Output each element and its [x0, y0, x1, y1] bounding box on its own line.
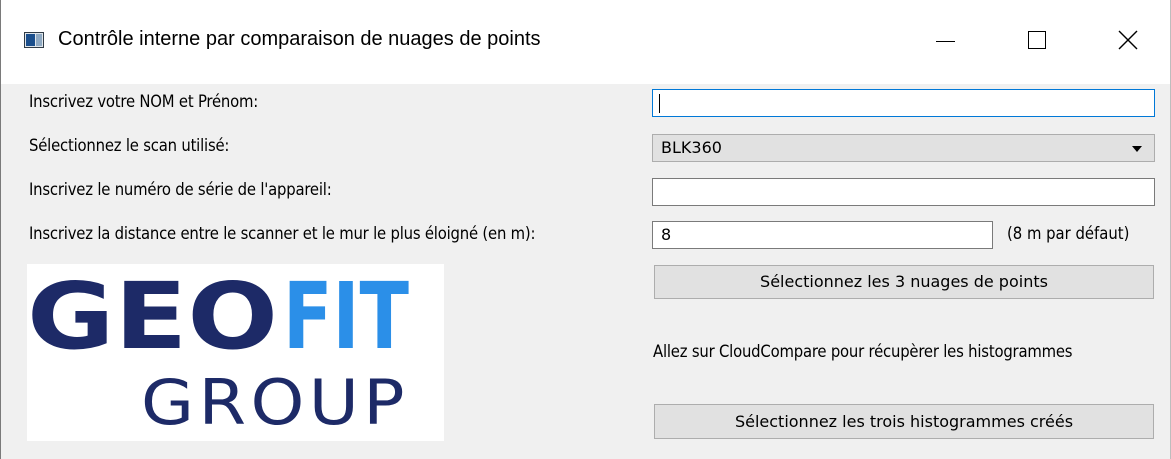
name-input[interactable] [652, 89, 1155, 117]
logo-graphic: GEO FIT GROUP [27, 263, 409, 439]
app-window: Contrôle interne par comparaison de nuag… [0, 0, 1171, 459]
distance-default-hint: (8 m par défaut) [1007, 224, 1130, 243]
logo-word-geo: GEO [27, 264, 278, 370]
serial-label: Inscrivez le numéro de série de l'appare… [29, 180, 332, 199]
window-title: Contrôle interne par comparaison de nuag… [58, 28, 541, 50]
close-icon [1118, 30, 1138, 50]
distance-label: Inscrivez la distance entre le scanner e… [29, 224, 536, 243]
minimize-button[interactable] [899, 0, 991, 84]
serial-input[interactable] [652, 178, 1155, 206]
logo-word-fit: FIT [283, 264, 409, 370]
dropdown-arrow-icon [1132, 146, 1142, 152]
scan-select[interactable]: BLK360 [652, 134, 1155, 162]
maximize-button[interactable] [991, 0, 1083, 84]
main-panel: Inscrivez votre NOM et Prénom: Sélection… [1, 84, 1170, 459]
logo-word-group: GROUP [141, 366, 409, 439]
distance-input-value: 8 [661, 225, 672, 244]
close-button[interactable] [1083, 0, 1171, 84]
geofit-group-logo: GEO FIT GROUP [27, 263, 444, 441]
text-caret [659, 94, 660, 113]
name-label: Inscrivez votre NOM et Prénom: [29, 92, 259, 111]
maximize-icon [1028, 31, 1046, 49]
minimize-icon [936, 41, 955, 42]
select-point-clouds-button[interactable]: Sélectionnez les 3 nuages de points [654, 265, 1154, 299]
cloudcompare-info-text: Allez sur CloudCompare pour récupèrer le… [653, 342, 1073, 361]
title-bar[interactable]: Contrôle interne par comparaison de nuag… [1, 0, 1170, 84]
select-histograms-button[interactable]: Sélectionnez les trois histogrammes créé… [654, 404, 1154, 439]
scan-label: Sélectionnez le scan utilisé: [29, 136, 230, 155]
app-window-icon [24, 32, 44, 48]
scan-select-value: BLK360 [661, 138, 722, 157]
distance-input[interactable]: 8 [652, 221, 993, 249]
